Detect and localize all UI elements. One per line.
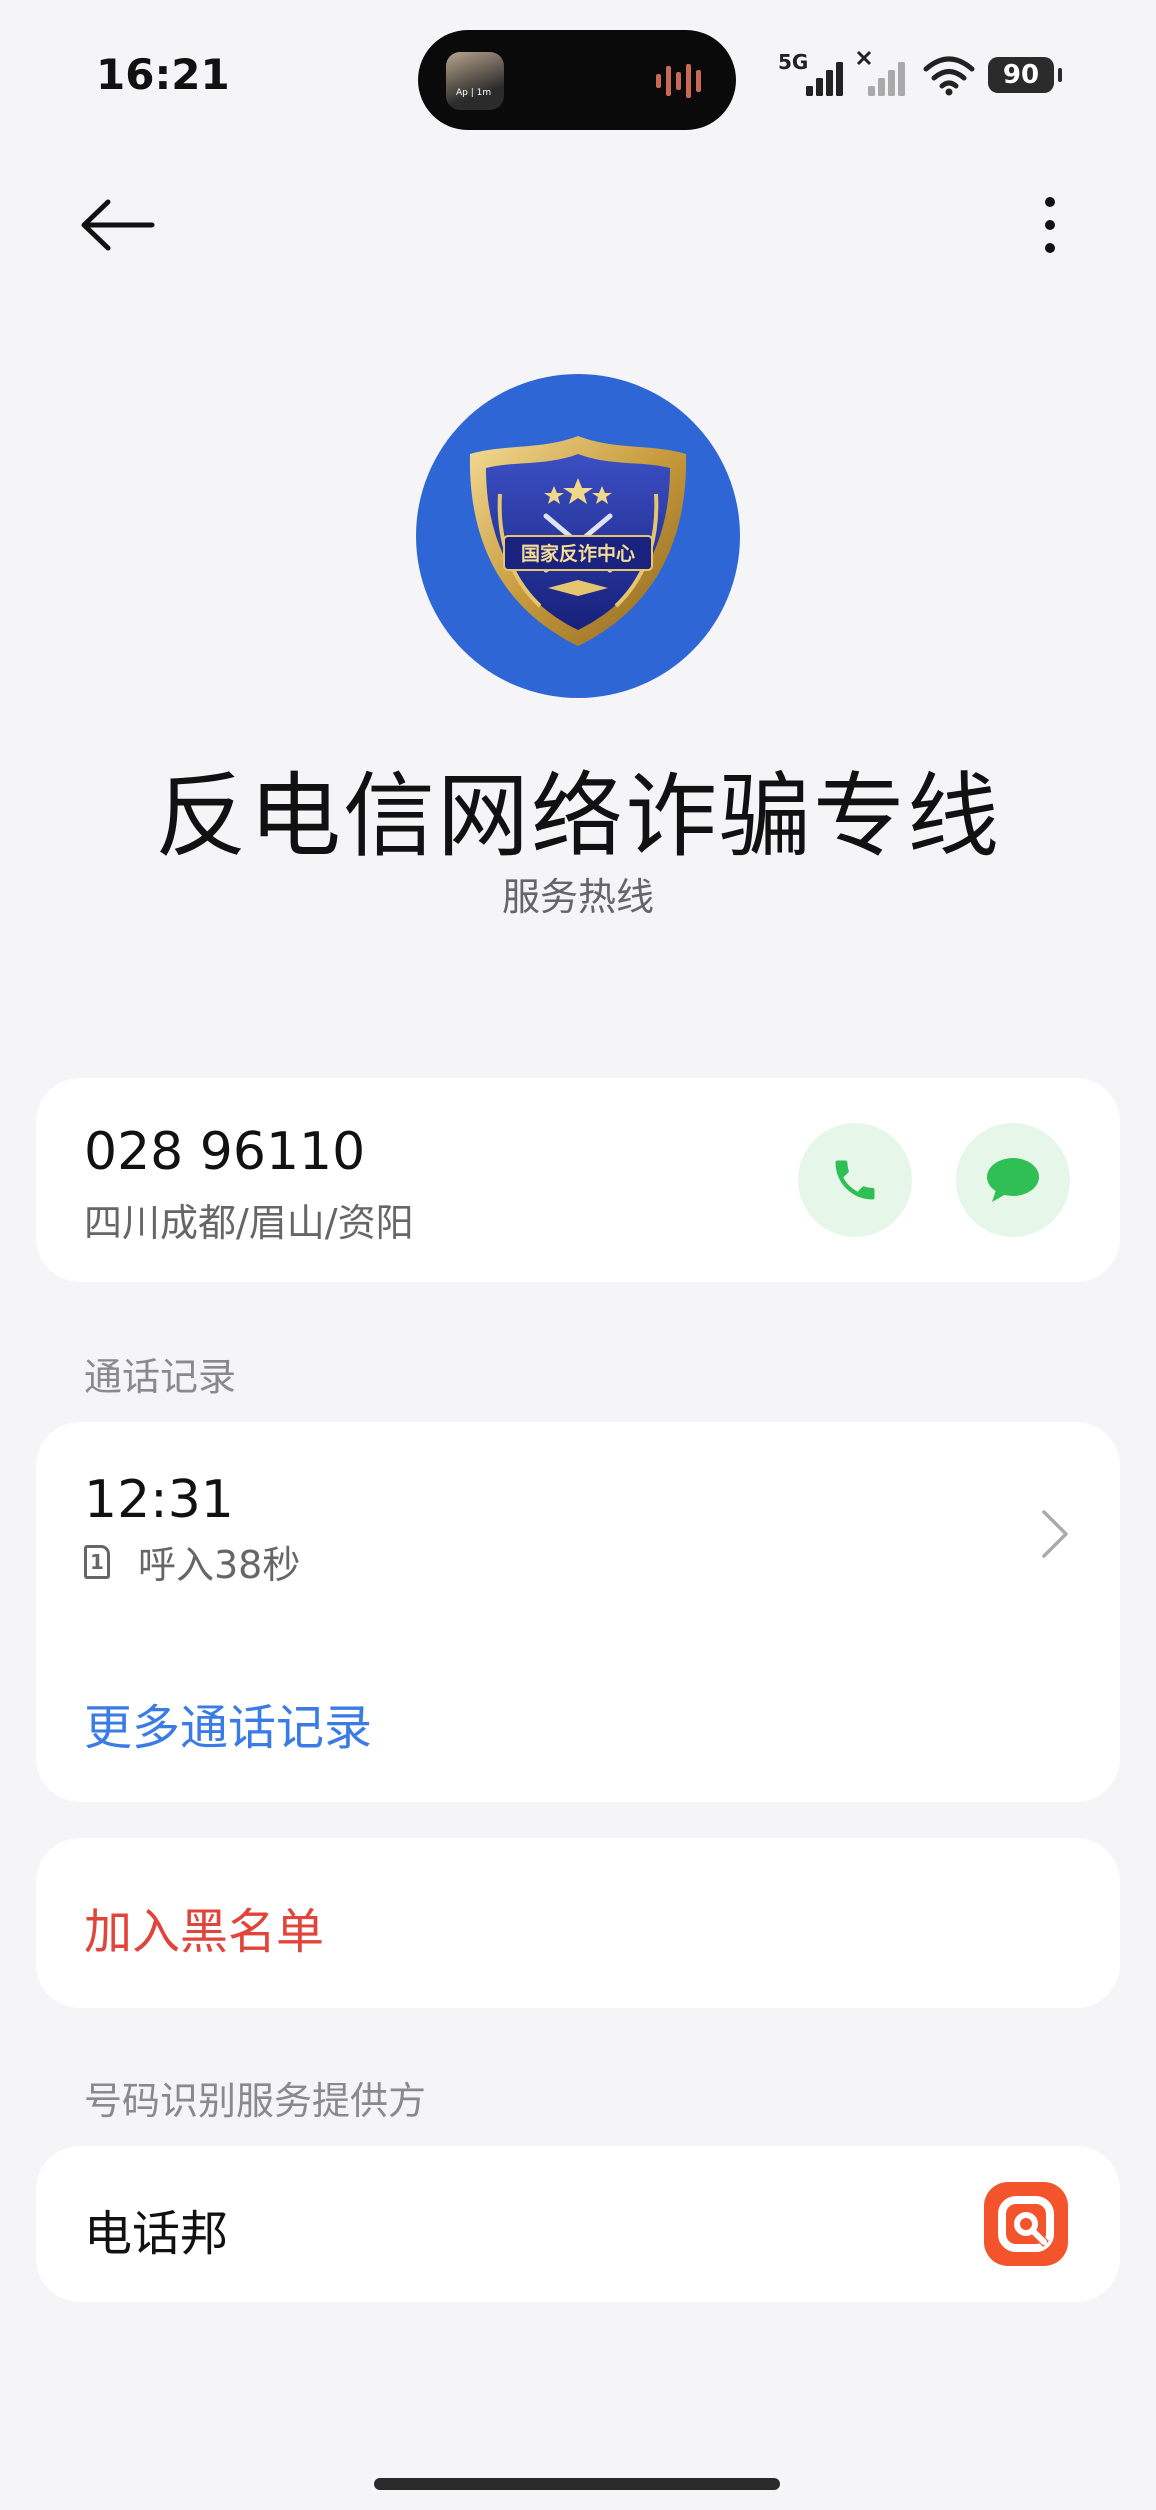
phone-number[interactable]: 028 96110 xyxy=(84,1122,365,1182)
provider-card[interactable]: 电话邦 xyxy=(36,2146,1120,2302)
anti-fraud-emblem-icon: 国家反诈中心 xyxy=(469,436,687,646)
signal-icon: 5G xyxy=(778,50,844,100)
call-log-time: 12:31 xyxy=(84,1470,234,1530)
emblem-text: 国家反诈中心 xyxy=(521,542,635,565)
more-call-logs-link[interactable]: 更多通话记录 xyxy=(84,1688,372,1758)
blacklist-card[interactable]: 加入黑名单 xyxy=(36,1838,1120,2008)
phone-number-card: 028 96110 四川成都/眉山/资阳 xyxy=(36,1078,1120,1282)
provider-logo-icon xyxy=(984,2182,1068,2266)
call-log-detail: 1 呼入38秒 xyxy=(84,1534,300,1589)
phone-icon xyxy=(835,1160,875,1200)
contact-detail-page: 16:21 Ap | 1m 5G 90 国家反诈中心 反电信网络诈骗专线 服务热… xyxy=(0,0,1156,2510)
status-icons: 5G 90 xyxy=(778,50,1062,100)
provider-section-title: 号码识别服务提供方 xyxy=(84,2079,427,2123)
chevron-right-icon xyxy=(1042,1510,1068,1558)
back-button[interactable] xyxy=(78,190,158,260)
media-thumbnail: Ap | 1m xyxy=(446,52,504,110)
more-options-button[interactable] xyxy=(1016,190,1086,260)
wifi-icon xyxy=(923,56,975,96)
audio-wave-icon xyxy=(656,64,701,98)
status-time: 16:21 xyxy=(96,50,230,99)
sim-slot-number: 1 xyxy=(90,1549,104,1574)
add-to-blacklist-button[interactable]: 加入黑名单 xyxy=(84,1892,324,1962)
more-vertical-icon xyxy=(1045,197,1055,253)
provider-name: 电话邦 xyxy=(84,2206,229,2262)
media-thumbnail-text: Ap | 1m xyxy=(456,88,492,98)
contact-category: 服务热线 xyxy=(501,875,654,919)
arrow-left-icon xyxy=(81,199,155,251)
sim-card-icon: 1 xyxy=(84,1544,110,1579)
signal-no-service-icon xyxy=(856,50,905,96)
phone-location: 四川成都/眉山/资阳 xyxy=(84,1201,414,1245)
battery-level: 90 xyxy=(1002,60,1040,90)
dynamic-island[interactable]: Ap | 1m xyxy=(418,30,736,130)
contact-name: 反电信网络诈骗专线 xyxy=(154,763,1001,870)
battery-icon: 90 xyxy=(988,57,1062,93)
home-indicator[interactable] xyxy=(374,2478,780,2490)
call-log-description: 呼入38秒 xyxy=(138,1543,301,1587)
call-log-section-title: 通话记录 xyxy=(84,1355,237,1399)
message-icon xyxy=(987,1158,1039,1202)
call-log-card: 12:31 1 呼入38秒 更多通话记录 xyxy=(36,1422,1120,1802)
call-button[interactable] xyxy=(798,1123,912,1237)
message-button[interactable] xyxy=(956,1123,1070,1237)
contact-avatar: 国家反诈中心 xyxy=(416,374,740,698)
